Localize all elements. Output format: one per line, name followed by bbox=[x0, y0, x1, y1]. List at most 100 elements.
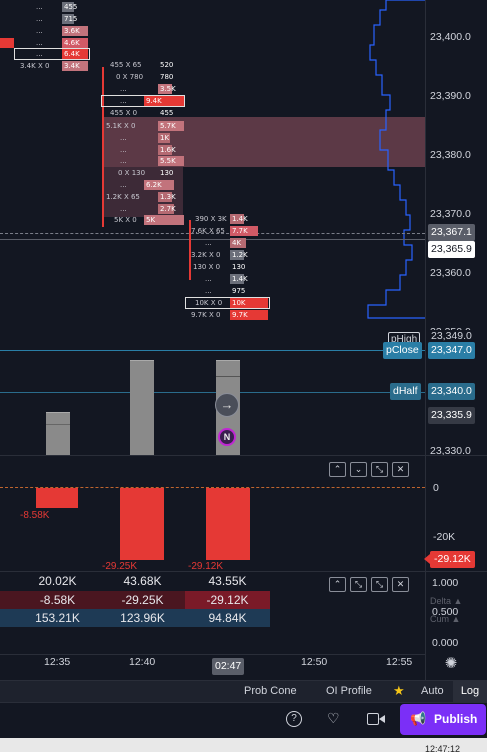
stats-axis-label: 0.000 bbox=[432, 637, 459, 649]
fp3-row: 390 X 3K bbox=[195, 215, 227, 223]
fp1-cell: 4.6K bbox=[62, 38, 88, 48]
fp2-row: ... bbox=[120, 146, 127, 154]
price-chart-pane[interactable]: ... 455 ... 715 ... 3.6K ... 4.6K ... 6.… bbox=[0, 0, 426, 455]
delta-value-tag: -29.12K bbox=[430, 551, 475, 568]
log-scale-button[interactable]: Log bbox=[453, 681, 487, 702]
publish-label: Publish bbox=[434, 712, 478, 726]
fp2-row: 0 X 130 bbox=[118, 169, 146, 177]
prob-cone-button[interactable]: Prob Cone bbox=[244, 685, 297, 697]
stat-value: -29.25K bbox=[121, 593, 164, 607]
stats-axis-ghost: Delta ▲ bbox=[430, 596, 463, 606]
fp1-row: ... bbox=[36, 50, 43, 58]
fp3-row: 9.7K X 0 bbox=[191, 311, 221, 319]
news-marker-icon[interactable]: N bbox=[218, 428, 236, 446]
delta-bar bbox=[36, 488, 78, 508]
fp2-cell: 2.7K bbox=[158, 204, 176, 214]
price-label: 23,390.0 bbox=[430, 90, 471, 102]
pane-maximize-button[interactable]: ⤡ bbox=[371, 462, 388, 477]
fp1-row: 3.4K X 0 bbox=[20, 62, 50, 70]
delta-tag-arrow bbox=[424, 554, 430, 564]
video-camera-icon[interactable] bbox=[367, 713, 385, 725]
volume-bar-2 bbox=[130, 360, 154, 455]
stats-axis-label: 0.500 bbox=[432, 606, 459, 618]
dhalf-line bbox=[0, 392, 425, 393]
pclose-label: pClose bbox=[383, 342, 422, 359]
publish-button[interactable]: 📢 Publish bbox=[400, 704, 486, 735]
volume-bar-3-divider bbox=[216, 376, 240, 377]
fp3-cell: 10K bbox=[230, 298, 268, 308]
time-label: 12:55 bbox=[386, 656, 413, 668]
fp2-row: ... bbox=[120, 181, 127, 189]
stat-value: 43.55K bbox=[208, 574, 247, 588]
footprint-column-3: 390 X 3K 1.4K 7.6K X 65 7.7K ... 4K 3.2K… bbox=[185, 212, 275, 322]
stats-pane-maximize-2-button[interactable]: ⤡ bbox=[371, 577, 388, 592]
arrow-right-icon[interactable]: → bbox=[215, 393, 239, 417]
time-label: 12:40 bbox=[129, 656, 156, 668]
fp1-row: ... bbox=[36, 3, 43, 11]
delta-axis-zero: 0 bbox=[433, 482, 439, 494]
footprint-column-2: 455 X 65 520 0 X 780 780 ... 3.5K ... 9.… bbox=[100, 60, 190, 230]
price-label: 23,360.0 bbox=[430, 267, 471, 279]
fp3-row: 7.6K X 65 bbox=[191, 227, 225, 235]
fp2-cell: 780 bbox=[160, 73, 174, 81]
stats-pane-up-button[interactable]: ⌃ bbox=[329, 577, 346, 592]
pane-close-button[interactable]: ✕ bbox=[392, 462, 409, 477]
stat-value: -29.12K bbox=[206, 593, 249, 607]
delta-bar bbox=[120, 488, 164, 560]
pane-move-down-button[interactable]: ⌄ bbox=[350, 462, 367, 477]
fp2-cell: 9.4K bbox=[144, 96, 184, 106]
fp3-row: ... bbox=[205, 239, 212, 247]
current-price-tag-a: 23,367.1 bbox=[428, 224, 475, 241]
fp3-row: 3.2K X 0 bbox=[191, 251, 221, 259]
video-camera-body bbox=[367, 713, 379, 725]
fp2-cell: 1K bbox=[158, 133, 170, 143]
price-label: 23,400.0 bbox=[430, 31, 471, 43]
fp1-row: ... bbox=[36, 27, 43, 35]
fp1-cell: 715 bbox=[62, 14, 78, 24]
fp2-row: 5.1K X 0 bbox=[106, 122, 136, 130]
stats-pane-maximize-button[interactable]: ⤡ bbox=[350, 577, 367, 592]
volume-bar-1-divider bbox=[46, 424, 70, 425]
fp1-cell: 455 bbox=[62, 2, 78, 12]
fp1-red-edge bbox=[0, 38, 14, 48]
dhalf-value: 23,340.0 bbox=[428, 383, 475, 400]
fp3-cell: 1.2K bbox=[230, 250, 248, 260]
auto-scale-button[interactable]: Auto bbox=[421, 685, 444, 697]
fp1-row: ... bbox=[36, 15, 43, 23]
fp3-cell: 975 bbox=[232, 287, 246, 295]
fp2-row: 5K X 0 bbox=[114, 216, 137, 224]
time-label: 12:35 bbox=[44, 656, 71, 668]
stats-pane-close-button[interactable]: ✕ bbox=[392, 577, 409, 592]
fp2-cell: 520 bbox=[160, 61, 174, 69]
fp2-red-wick bbox=[102, 67, 104, 227]
price-label: 23,380.0 bbox=[430, 149, 471, 161]
fp2-row: 455 X 65 bbox=[110, 61, 142, 69]
lightbulb-icon[interactable]: ♡ bbox=[327, 710, 340, 727]
time-label: 12:50 bbox=[301, 656, 328, 668]
fp2-cell: 1.3K bbox=[158, 192, 176, 202]
fp2-row: 0 X 780 bbox=[116, 73, 144, 81]
fp2-row: ... bbox=[120, 97, 127, 105]
fp2-cell: 130 bbox=[160, 169, 174, 177]
delta-axis-minus20k: -20K bbox=[433, 531, 456, 543]
fp2-cell: 455 bbox=[160, 109, 174, 117]
stat-value: 43.68K bbox=[123, 574, 162, 588]
volume-profile bbox=[367, 0, 426, 319]
fp1-cell: 3.4K bbox=[62, 61, 88, 71]
pclose-line bbox=[0, 350, 425, 351]
stats-axis-label: 1.000 bbox=[432, 577, 459, 589]
settings-gear-icon[interactable]: ✺ bbox=[442, 655, 460, 673]
fp3-row: 10K X 0 bbox=[195, 299, 223, 307]
fp2-cell: 5.5K bbox=[158, 156, 184, 166]
os-taskbar bbox=[0, 738, 487, 752]
current-price-tag-b: 23,365.9 bbox=[428, 241, 475, 258]
stat-value: 20.02K bbox=[38, 574, 77, 588]
oi-profile-button[interactable]: OI Profile bbox=[326, 685, 372, 697]
star-icon[interactable]: ★ bbox=[393, 683, 405, 699]
pane-move-up-button[interactable]: ⌃ bbox=[329, 462, 346, 477]
volume-bar-1 bbox=[46, 412, 70, 455]
fp3-cell: 1.4K bbox=[230, 214, 248, 224]
stat-value: -8.58K bbox=[39, 593, 76, 607]
help-icon[interactable]: ? bbox=[286, 711, 302, 727]
fp1-cell: 3.6K bbox=[62, 26, 88, 36]
